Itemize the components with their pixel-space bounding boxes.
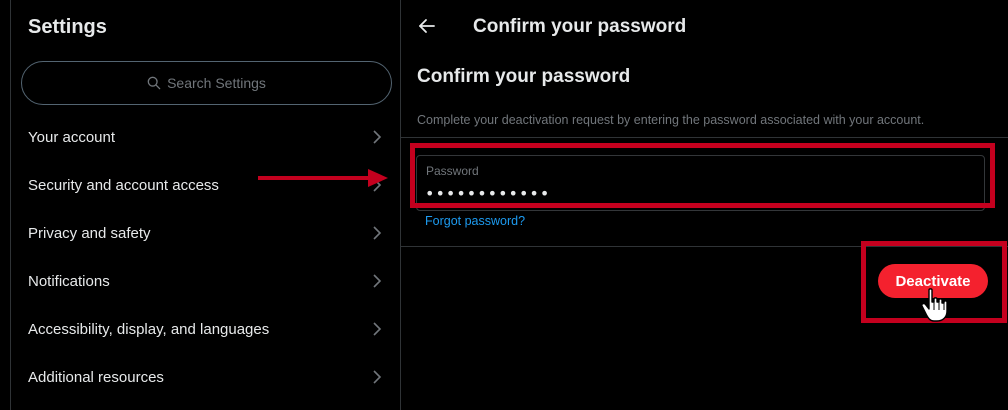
settings-sidebar: Settings Search Settings Your account Se… <box>10 0 401 410</box>
chevron-right-icon <box>373 226 382 240</box>
search-settings-input[interactable]: Search Settings <box>21 61 392 105</box>
sidebar-item-privacy[interactable]: Privacy and safety <box>11 209 401 257</box>
sidebar-item-accessibility[interactable]: Accessibility, display, and languages <box>11 305 401 353</box>
sidebar-item-additional-resources[interactable]: Additional resources <box>11 353 401 401</box>
password-field[interactable]: Password <box>416 155 985 211</box>
panel-header: Confirm your password <box>401 0 1008 54</box>
chevron-right-icon <box>373 370 382 384</box>
divider <box>401 246 1008 247</box>
chevron-right-icon <box>373 130 382 144</box>
sidebar-item-label: Security and account access <box>28 176 219 194</box>
chevron-right-icon <box>373 322 382 336</box>
sidebar-item-label: Accessibility, display, and languages <box>28 320 270 338</box>
sidebar-item-label: Notifications <box>28 272 110 290</box>
deactivation-description: Complete your deactivation request by en… <box>417 113 925 127</box>
search-placeholder: Search Settings <box>167 75 266 91</box>
password-input[interactable] <box>425 184 825 203</box>
page-root: Settings Search Settings Your account Se… <box>0 0 1008 410</box>
arrow-left-icon[interactable] <box>418 17 436 35</box>
section-title: Confirm your password <box>417 66 631 87</box>
settings-title: Settings <box>28 16 107 38</box>
password-label: Password <box>426 164 479 178</box>
sidebar-item-label: Additional resources <box>28 368 164 386</box>
sidebar-item-notifications[interactable]: Notifications <box>11 257 401 305</box>
page-title: Confirm your password <box>473 16 687 37</box>
hand-pointer-icon <box>921 288 948 322</box>
sidebar-item-label: Your account <box>28 128 116 146</box>
settings-menu: Your account Security and account access… <box>11 113 401 401</box>
sidebar-item-your-account[interactable]: Your account <box>11 113 401 161</box>
forgot-password-link[interactable]: Forgot password? <box>425 214 525 228</box>
chevron-right-icon <box>373 274 382 288</box>
annotation-arrow-icon <box>258 169 388 187</box>
divider <box>401 137 1008 138</box>
sidebar-item-label: Privacy and safety <box>28 224 151 242</box>
confirm-password-panel: Confirm your password Confirm your passw… <box>401 0 1008 410</box>
search-icon <box>147 76 161 90</box>
